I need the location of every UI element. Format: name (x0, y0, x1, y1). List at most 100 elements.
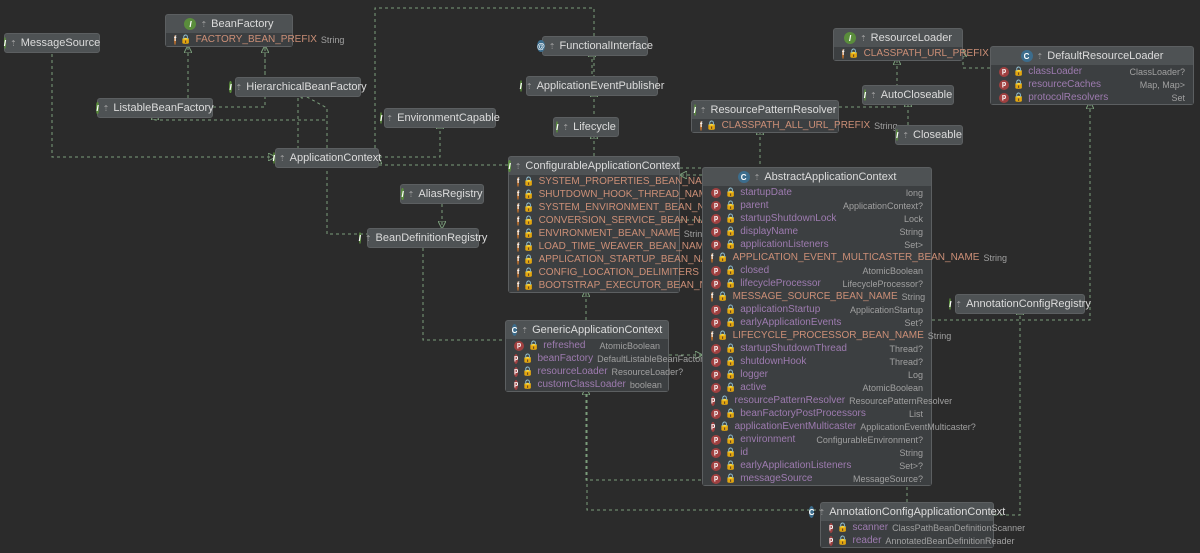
field-type: Lock (904, 214, 923, 224)
field-icon: f (700, 121, 702, 131)
header-extra: ⇡ (1037, 52, 1044, 61)
field-row[interactable]: p🔒beanFactoryPostProcessorsList (703, 407, 931, 420)
field-name: refreshed (543, 340, 585, 351)
class-node-beanDefinitionRegistry[interactable]: I⇡BeanDefinitionRegistry (367, 228, 479, 248)
field-row[interactable]: f🔒CONVERSION_SERVICE_BEAN_NAMEString (509, 214, 679, 227)
field-row[interactable]: p🔒customClassLoaderboolean (506, 378, 668, 391)
class-node-aliasRegistry[interactable]: I⇡AliasRegistry (400, 184, 484, 204)
class-node-annotationConfigRegistry[interactable]: I⇡AnnotationConfigRegistry (955, 294, 1085, 314)
field-row[interactable]: p🔒applicationListenersSet> (703, 238, 931, 251)
field-row[interactable]: p🔒messageSourceMessageSource? (703, 472, 931, 485)
class-node-defaultResourceLoader[interactable]: C⇡DefaultResourceLoaderp🔒classLoaderClas… (990, 46, 1194, 105)
class-node-applicationContext[interactable]: I⇡ApplicationContext (275, 148, 379, 168)
class-node-applicationEventPublisher[interactable]: I⇡ApplicationEventPublisher (526, 76, 658, 96)
fields-list: f🔒FACTORY_BEAN_PREFIXString (166, 33, 292, 46)
field-row[interactable]: p🔒idString (703, 446, 931, 459)
class-node-environmentCapable[interactable]: I⇡EnvironmentCapable (384, 108, 496, 128)
field-row[interactable]: f🔒LIFECYCLE_PROCESSOR_BEAN_NAMEString (703, 329, 931, 342)
field-name: classLoader (1028, 66, 1082, 77)
field-row[interactable]: f🔒SHUTDOWN_HOOK_THREAD_NAMEString (509, 188, 679, 201)
field-icon: p (514, 380, 518, 390)
field-type: Set? (904, 318, 923, 328)
class-node-resourceLoader[interactable]: I⇡ResourceLoaderf🔒CLASSPATH_URL_PREFIXSt… (833, 28, 963, 61)
class-node-genericApplicationContext[interactable]: C⇡GenericApplicationContextp🔒refreshedAt… (505, 320, 669, 392)
field-row[interactable]: p🔒scannerClassPathBeanDefinitionScanner (821, 521, 993, 534)
field-icon: p (711, 461, 721, 471)
field-row[interactable]: f🔒BOOTSTRAP_EXECUTOR_BEAN_NAMEString (509, 279, 679, 292)
field-row[interactable]: p🔒earlyApplicationListenersSet>? (703, 459, 931, 472)
lock-icon: 🔒 (725, 369, 736, 380)
field-row[interactable]: p🔒applicationEventMulticasterApplication… (703, 420, 931, 433)
class-node-closeable[interactable]: I⇡Closeable (895, 125, 963, 145)
field-row[interactable]: p🔒parentApplicationContext? (703, 199, 931, 212)
class-node-abstractApplicationContext[interactable]: C⇡AbstractApplicationContextp🔒startupDat… (702, 167, 932, 486)
field-row[interactable]: p🔒applicationStartupApplicationStartup (703, 303, 931, 316)
class-node-annotationConfigApplicationContext[interactable]: C⇡AnnotationConfigApplicationContextp🔒sc… (820, 502, 994, 548)
field-row[interactable]: p🔒startupShutdownThreadThread? (703, 342, 931, 355)
field-row[interactable]: f🔒FACTORY_BEAN_PREFIXString (166, 33, 292, 46)
field-row[interactable]: p🔒environmentConfigurableEnvironment? (703, 433, 931, 446)
field-row[interactable]: p🔒resourceLoaderResourceLoader? (506, 365, 668, 378)
field-row[interactable]: f🔒CLASSPATH_ALL_URL_PREFIXString (692, 119, 838, 132)
field-type: ResourcePatternResolver (849, 396, 952, 406)
field-row[interactable]: p🔒earlyApplicationEventsSet? (703, 316, 931, 329)
field-row[interactable]: p🔒activeAtomicBoolean (703, 381, 931, 394)
field-row[interactable]: p🔒protocolResolversSet (991, 91, 1193, 104)
lock-icon: 🔒 (837, 522, 848, 533)
class-node-messageSource[interactable]: I⇡MessageSource (4, 33, 100, 53)
field-type: MessageSource? (853, 474, 923, 484)
field-icon: p (711, 357, 721, 367)
field-row[interactable]: f🔒APPLICATION_EVENT_MULTICASTER_BEAN_NAM… (703, 251, 931, 264)
class-node-beanFactory[interactable]: I⇡BeanFactoryf🔒FACTORY_BEAN_PREFIXString (165, 14, 293, 47)
field-row[interactable]: p🔒shutdownHookThread? (703, 355, 931, 368)
lock-icon: 🔒 (528, 340, 539, 351)
field-name: CLASSPATH_ALL_URL_PREFIX (722, 120, 871, 131)
field-icon: p (999, 67, 1009, 77)
field-name: scanner (853, 522, 889, 533)
lock-icon: 🔒 (522, 353, 533, 364)
field-row[interactable]: p🔒resourceCachesMap, Map> (991, 78, 1193, 91)
field-row[interactable]: p🔒startupDatelong (703, 186, 931, 199)
field-row[interactable]: p🔒readerAnnotatedBeanDefinitionReader (821, 534, 993, 547)
lock-icon: 🔒 (725, 317, 736, 328)
class-node-autoCloseable[interactable]: I⇡AutoCloseable (862, 85, 954, 105)
field-name: lifecycleProcessor (740, 278, 821, 289)
field-row[interactable]: p🔒beanFactoryDefaultListableBeanFactory (506, 352, 668, 365)
field-row[interactable]: p🔒refreshedAtomicBoolean (506, 339, 668, 352)
field-row[interactable]: f🔒SYSTEM_ENVIRONMENT_BEAN_NAMEString (509, 201, 679, 214)
field-icon: p (829, 523, 833, 533)
header-extra: ⇡ (549, 42, 556, 51)
type-icon: I (694, 104, 696, 116)
field-row[interactable]: f🔒LOAD_TIME_WEAVER_BEAN_NAMEString (509, 240, 679, 253)
lock-icon: 🔒 (523, 267, 534, 278)
field-row[interactable]: f🔒CONFIG_LOCATION_DELIMITERSString (509, 266, 679, 279)
field-row[interactable]: p🔒resourcePatternResolverResourcePattern… (703, 394, 931, 407)
field-type: Log (908, 370, 923, 380)
field-row[interactable]: f🔒ENVIRONMENT_BEAN_NAMEString (509, 227, 679, 240)
type-icon: I (359, 232, 361, 244)
node-header: I⇡ListableBeanFactory (98, 99, 212, 117)
lock-icon: 🔒 (725, 213, 736, 224)
class-node-listableBeanFactory[interactable]: I⇡ListableBeanFactory (97, 98, 213, 118)
field-row[interactable]: p🔒classLoaderClassLoader? (991, 65, 1193, 78)
field-row[interactable]: f🔒SYSTEM_PROPERTIES_BEAN_NAMEString (509, 175, 679, 188)
field-row[interactable]: f🔒MESSAGE_SOURCE_BEAN_NAMEString (703, 290, 931, 303)
field-row[interactable]: f🔒APPLICATION_STARTUP_BEAN_NAMEString (509, 253, 679, 266)
field-row[interactable]: p🔒closedAtomicBoolean (703, 264, 931, 277)
class-node-hierarchicalBeanFactory[interactable]: I⇡HierarchicalBeanFactory (235, 77, 361, 97)
field-row[interactable]: p🔒startupShutdownLockLock (703, 212, 931, 225)
class-node-configurableApplicationContext[interactable]: I⇡ConfigurableApplicationContextf🔒SYSTEM… (508, 156, 680, 293)
field-row[interactable]: f🔒CLASSPATH_URL_PREFIXString (834, 47, 962, 60)
field-row[interactable]: p🔒loggerLog (703, 368, 931, 381)
field-icon: p (711, 188, 721, 198)
type-icon: I (229, 81, 231, 93)
field-type: DefaultListableBeanFactory (597, 354, 708, 364)
field-type: Set>? (899, 461, 923, 471)
field-name: resourcePatternResolver (735, 395, 846, 406)
field-type: Thread? (889, 357, 923, 367)
field-row[interactable]: p🔒lifecycleProcessorLifecycleProcessor? (703, 277, 931, 290)
class-node-resourcePatternResolver[interactable]: I⇡ResourcePatternResolverf🔒CLASSPATH_ALL… (691, 100, 839, 133)
class-node-lifecycle[interactable]: I⇡Lifecycle (553, 117, 619, 137)
class-node-functionalInterface[interactable]: @⇡FunctionalInterface (542, 36, 648, 56)
field-row[interactable]: p🔒displayNameString (703, 225, 931, 238)
